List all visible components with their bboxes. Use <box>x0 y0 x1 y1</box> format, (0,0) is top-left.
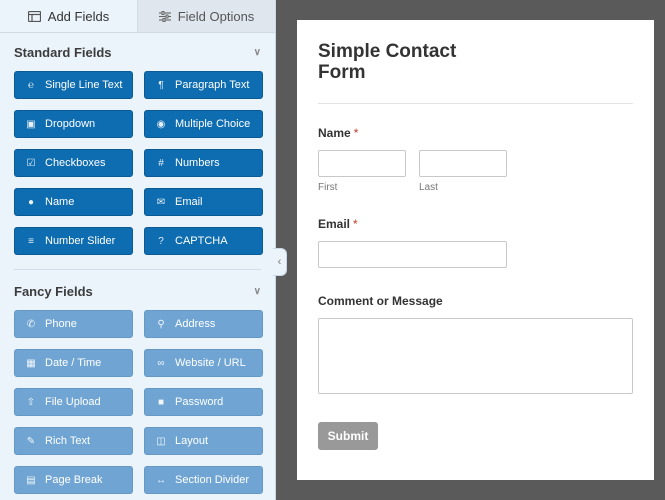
field-label: Name <box>45 196 75 208</box>
section-divider <box>14 269 261 270</box>
link-icon: ∞ <box>157 357 165 369</box>
tab-add-fields[interactable]: Add Fields <box>0 0 137 32</box>
form-title[interactable]: Simple Contact Form <box>318 41 478 83</box>
fields-sidebar: Add Fields Field Options Standard Fields… <box>0 0 276 500</box>
name-label: Name * <box>318 126 633 140</box>
field-label: Page Break <box>45 474 103 486</box>
field-label: CAPTCHA <box>175 235 228 247</box>
field-label: Paragraph Text <box>175 79 250 91</box>
chevron-left-icon: ‹ <box>277 256 282 268</box>
title-divider <box>318 103 633 104</box>
first-name-input[interactable] <box>318 150 406 177</box>
field-file-upload[interactable]: ⇧ File Upload <box>14 388 133 416</box>
field-phone[interactable]: ✆ Phone <box>14 310 133 338</box>
field-numbers[interactable]: # Numbers <box>144 149 263 177</box>
fancy-fields-title: Fancy Fields <box>14 283 93 299</box>
field-address[interactable]: ⚲ Address <box>144 310 263 338</box>
field-password[interactable]: ■ Password <box>144 388 263 416</box>
chevron-down-icon: ∨ <box>253 285 261 297</box>
field-label: Date / Time <box>45 357 102 369</box>
sidebar-tabs: Add Fields Field Options <box>0 0 275 33</box>
grid-icon <box>27 10 41 22</box>
email-label: Email * <box>318 217 633 231</box>
field-label: Single Line Text <box>45 79 123 91</box>
email-label-text: Email <box>318 217 351 231</box>
field-label: Phone <box>45 318 77 330</box>
field-label: Rich Text <box>45 435 91 447</box>
edit-icon: ✎ <box>26 435 36 447</box>
comment-textarea[interactable] <box>318 318 633 394</box>
field-label: Section Divider <box>175 474 249 486</box>
user-icon: ● <box>27 196 35 208</box>
field-name[interactable]: ● Name <box>14 188 133 216</box>
required-marker: * <box>353 217 358 231</box>
radio-icon: ◉ <box>156 118 166 130</box>
email-input[interactable] <box>318 241 507 268</box>
required-marker: * <box>353 126 359 140</box>
envelope-icon: ✉ <box>156 196 166 208</box>
chevron-down-icon: ∨ <box>253 46 261 58</box>
file-icon: ▤ <box>26 474 36 486</box>
field-multiple-choice[interactable]: ◉ Multiple Choice <box>144 110 263 138</box>
name-field[interactable]: Name * First Last <box>318 126 633 193</box>
field-label: Checkboxes <box>45 157 106 169</box>
form-preview: Simple Contact Form Name * First Last Ema… <box>297 20 654 480</box>
field-paragraph-text[interactable]: ¶ Paragraph Text <box>144 71 263 99</box>
field-label: Numbers <box>175 157 220 169</box>
sliders-icon <box>158 10 171 22</box>
field-label: File Upload <box>45 396 101 408</box>
field-label: Email <box>175 196 203 208</box>
hash-icon: # <box>158 157 164 169</box>
first-sublabel: First <box>318 182 338 193</box>
text-cursor-icon: ℮ <box>27 79 34 91</box>
field-label: Dropdown <box>45 118 96 130</box>
tab-add-fields-label: Add Fields <box>47 8 110 24</box>
question-circle-icon: ? <box>158 235 164 247</box>
standard-fields-header[interactable]: Standard Fields ∨ <box>0 33 275 71</box>
field-single-line-text[interactable]: ℮ Single Line Text <box>14 71 133 99</box>
sidebar-collapse-handle[interactable]: ‹ <box>273 248 287 276</box>
field-label: Multiple Choice <box>175 118 251 130</box>
standard-fields-title: Standard Fields <box>14 44 112 60</box>
field-website-url[interactable]: ∞ Website / URL <box>144 349 263 377</box>
checkbox-icon: ☑ <box>26 157 36 169</box>
field-page-break[interactable]: ▤ Page Break <box>14 466 133 494</box>
field-label: Layout <box>175 435 209 447</box>
standard-fields-grid: ℮ Single Line Text ¶ Paragraph Text ▣ Dropd… <box>0 71 275 255</box>
lock-icon: ■ <box>157 396 165 408</box>
paragraph-icon: ¶ <box>158 79 164 91</box>
field-label: Number Slider <box>45 235 116 247</box>
field-rich-text[interactable]: ✎ Rich Text <box>14 427 133 455</box>
calendar-icon: ▦ <box>26 357 36 369</box>
email-field[interactable]: Email * <box>318 217 633 268</box>
last-name-input[interactable] <box>419 150 507 177</box>
last-sublabel: Last <box>419 182 438 193</box>
field-label: Website / URL <box>175 357 246 369</box>
field-date-time[interactable]: ▦ Date / Time <box>14 349 133 377</box>
field-section-divider[interactable]: ↔ Section Divider <box>144 466 263 494</box>
tab-field-options[interactable]: Field Options <box>137 0 275 32</box>
tab-field-options-label: Field Options <box>177 8 255 24</box>
submit-button[interactable]: Submit <box>318 422 378 450</box>
field-label: Address <box>175 318 216 330</box>
comment-field[interactable]: Comment or Message <box>318 294 633 394</box>
field-number-slider[interactable]: ≡ Number Slider <box>14 227 133 255</box>
arrows-h-icon: ↔ <box>156 474 166 486</box>
field-dropdown[interactable]: ▣ Dropdown <box>14 110 133 138</box>
field-checkboxes[interactable]: ☑ Checkboxes <box>14 149 133 177</box>
dropdown-icon: ▣ <box>26 118 36 130</box>
slider-icon: ≡ <box>28 235 34 247</box>
field-label: Password <box>175 396 224 408</box>
field-layout[interactable]: ◫ Layout <box>144 427 263 455</box>
fancy-fields-grid: ✆ Phone ⚲ Address ▦ Date / Time ∞ Website / … <box>0 310 275 494</box>
columns-icon: ◫ <box>156 435 166 447</box>
comment-label: Comment or Message <box>318 294 443 308</box>
field-captcha[interactable]: ? CAPTCHA <box>144 227 263 255</box>
map-pin-icon: ⚲ <box>157 318 165 330</box>
phone-icon: ✆ <box>26 318 36 330</box>
fancy-fields-header[interactable]: Fancy Fields ∨ <box>0 272 275 310</box>
upload-icon: ⇧ <box>26 396 36 408</box>
field-email[interactable]: ✉ Email <box>144 188 263 216</box>
name-label-text: Name <box>318 126 351 140</box>
